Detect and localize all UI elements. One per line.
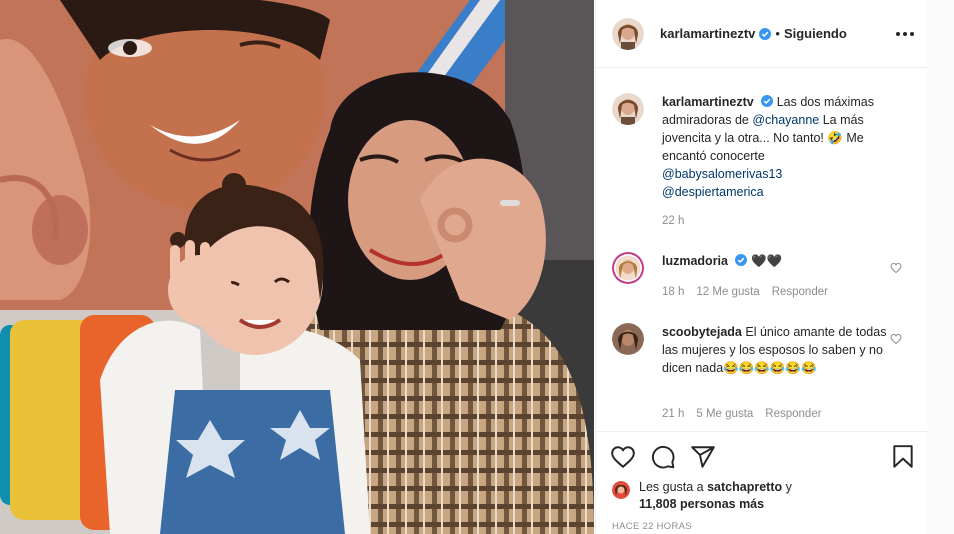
caption-time[interactable]: 22 h	[662, 215, 684, 227]
likes-connector: y	[782, 480, 792, 494]
mention-link[interactable]: @babysalomerivas13	[662, 167, 782, 181]
comment-item: scoobytejada El único amante de todas la…	[612, 323, 912, 431]
comment-icon[interactable]	[650, 444, 676, 470]
mention-link[interactable]: @chayanne	[752, 113, 819, 127]
post-sidebar: karlamartineztv • Siguiendo karlamartine…	[595, 0, 928, 534]
comments-section: karlamartineztv Las dos máximas admirado…	[596, 69, 928, 431]
post-photo[interactable]	[0, 0, 594, 534]
following-button[interactable]: Siguiendo	[784, 26, 847, 41]
liker-username[interactable]: satchapretto	[707, 480, 782, 494]
author-avatar[interactable]	[612, 17, 644, 50]
page-background	[927, 0, 954, 534]
post-actions: Les gusta a satchapretto y 11,808 persona…	[596, 431, 928, 534]
verified-badge-icon	[735, 254, 748, 266]
commenter-username[interactable]: scoobytejada	[662, 325, 742, 339]
caption-meta: 22 h	[662, 215, 696, 227]
heart-icon[interactable]	[610, 444, 636, 470]
comment-meta: 18 h 12 Me gusta Responder	[662, 286, 840, 298]
share-icon[interactable]	[690, 444, 716, 470]
comment-likes[interactable]: 5 Me gusta	[696, 408, 753, 420]
comment-likes[interactable]: 12 Me gusta	[696, 286, 759, 298]
post-image	[0, 0, 594, 534]
more-options-icon[interactable]	[896, 25, 914, 43]
comment-text: luzmadoria 🖤🖤	[662, 252, 898, 270]
caption: karlamartineztv Las dos máximas admirado…	[612, 93, 912, 233]
caption-avatar[interactable]	[612, 93, 644, 125]
post-header: karlamartineztv • Siguiendo	[596, 0, 928, 68]
likes-prefix: Les gusta a	[639, 480, 708, 494]
likes-count[interactable]: 11,808 personas más	[639, 497, 764, 511]
verified-badge-icon	[759, 27, 772, 40]
mention-link[interactable]: @despiertamerica	[662, 185, 764, 199]
reply-button[interactable]: Responder	[765, 408, 821, 420]
bookmark-icon[interactable]	[890, 444, 916, 470]
comment-text: scoobytejada El único amante de todas la…	[662, 323, 898, 377]
post-timestamp[interactable]: HACE 22 HORAS	[612, 521, 692, 532]
commenter-username[interactable]: luzmadoria	[662, 254, 728, 268]
header-separator: •	[775, 26, 780, 41]
comment-time[interactable]: 18 h	[662, 286, 684, 298]
comment-meta: 21 h 5 Me gusta Responder	[662, 408, 834, 420]
caption-username[interactable]: karlamartineztv	[662, 95, 754, 109]
caption-text: karlamartineztv Las dos máximas admirado…	[662, 93, 898, 201]
comment-time[interactable]: 21 h	[662, 408, 684, 420]
likes-text: Les gusta a satchapretto y 11,808 persona…	[639, 479, 889, 513]
comment-like-icon[interactable]	[890, 333, 902, 345]
comment-body: 🖤🖤	[750, 254, 783, 268]
commenter-avatar[interactable]	[612, 323, 644, 355]
commenter-avatar[interactable]	[612, 252, 644, 284]
reply-button[interactable]: Responder	[772, 286, 828, 298]
comment-item: luzmadoria 🖤🖤 18 h 12 Me gusta Responder	[612, 252, 912, 312]
liker-avatar[interactable]	[612, 481, 630, 499]
author-username[interactable]: karlamartineztv	[660, 26, 755, 41]
comment-like-icon[interactable]	[890, 262, 902, 274]
verified-badge-icon	[761, 95, 774, 107]
